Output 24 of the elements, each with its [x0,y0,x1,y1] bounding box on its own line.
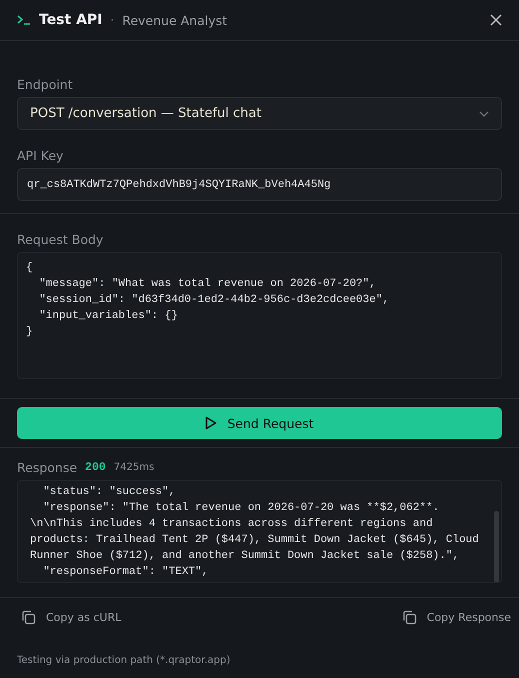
close-button[interactable] [490,14,502,26]
response-viewer: "status": "success", "response": "The total revenue on 2026-07-20 was **$2,062**. \n\nThis includes 4 transactions across different regions and products: Trailhead Tent 2P ($447), Summit Down Jacket ($645), Cloud Runner Shoe ($712), and another Summit Down Jacket sale ($258).", "responseFormat": "TEXT", [17,480,502,583]
response-label: Response [17,460,78,475]
dialog-title: Test API [39,12,102,28]
chevron-down-icon [479,110,489,116]
terminal-icon [17,15,31,25]
scrollbar[interactable] [494,511,499,582]
copy-button[interactable]: Copy as cURL [21,610,122,625]
copy-icon [21,610,36,625]
api-key-field[interactable]: qr_cs8ATKdWTz7QPehdxdVhB9j4SQYIRaNK_bVeh4A45Ng [17,168,502,201]
api-key-label: API Key [17,148,64,163]
footer-note: Testing via production path (*.qraptor.app) [16,654,232,666]
title-separator: · [110,13,114,27]
copy-button[interactable]: Copy Response [402,610,511,625]
status-code: 200 [85,461,106,474]
send-request-button[interactable]: Send Request [17,407,502,439]
endpoint-select[interactable]: POST /conversation — Stateful chat [17,97,502,130]
copy-icon [402,610,417,625]
request-body-label: Request Body [17,232,104,247]
endpoint-label: Endpoint [17,77,74,92]
dialog-subtitle: Revenue Analyst [122,12,228,28]
play-icon [205,416,218,430]
request-body-editor[interactable]: { "message": "What was total revenue on 2026-07-20?", "session_id": "d63f34d0-1ed2-44b2-956c-d3e2cdcee03e", "input_variables": {} } [17,252,502,379]
response-time: 7425ms [114,462,154,473]
